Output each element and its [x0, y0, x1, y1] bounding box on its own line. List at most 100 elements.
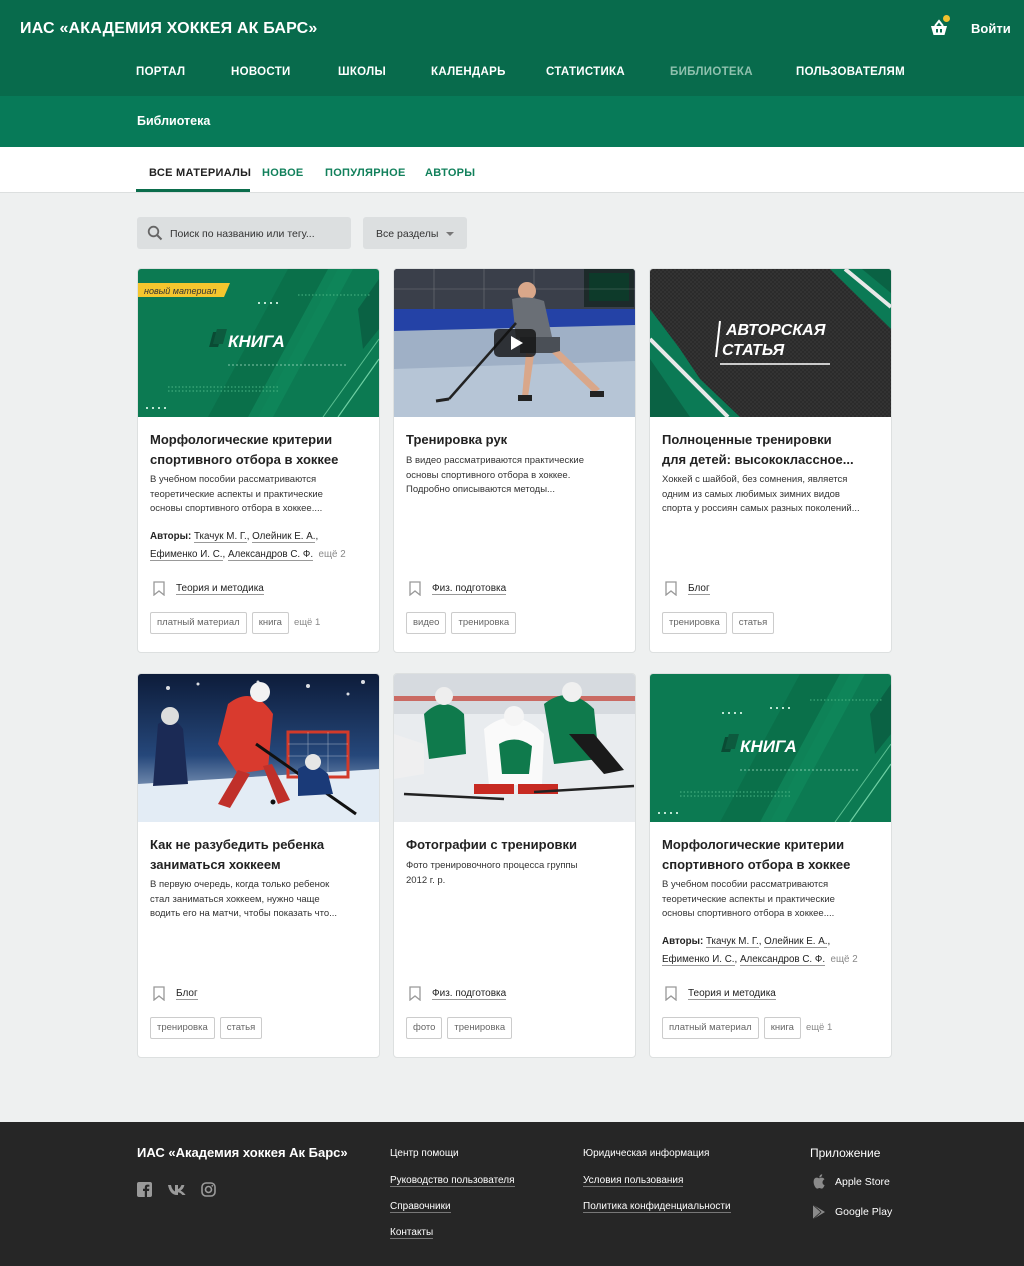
apple-icon [812, 1174, 826, 1194]
bookmark-icon[interactable] [409, 581, 421, 599]
author-link[interactable]: Александров С. Ф. [739, 954, 826, 966]
login-button[interactable]: Войти [971, 21, 1011, 36]
section-select-value: Все разделы [376, 228, 439, 240]
material-card[interactable]: Как не разубедить ребенка заниматься хокк… [137, 673, 380, 1058]
card-description: В учебном пособии рассматриваются теорети… [662, 879, 835, 919]
footer-link-privacy[interactable]: Политика конфиденциальности [583, 1201, 731, 1213]
tag[interactable]: статья [731, 612, 775, 634]
author-link[interactable]: Ткачук М. Г. [193, 531, 247, 543]
play-icon[interactable] [494, 329, 536, 357]
tag[interactable]: тренировка [451, 612, 517, 634]
section-header: Библиотека [0, 96, 1024, 147]
tag[interactable]: видео [406, 612, 447, 634]
tag[interactable]: книга [763, 1017, 801, 1039]
card-description: Хоккей с шайбой, без сомнения, является о… [662, 474, 860, 514]
card-title[interactable]: Морфологические критерии спортивного отбо… [150, 430, 370, 469]
card-thumbnail-book: КНИГА новый материал [138, 269, 379, 417]
tag[interactable]: тренировка [447, 1017, 513, 1039]
card-thumbnail-article: АВТОРСКАЯ СТАТЬЯ [650, 269, 891, 417]
tag[interactable]: фото [406, 1017, 443, 1039]
nav-item-portal[interactable]: ПОРТАЛ [136, 66, 185, 78]
author-link[interactable]: Олейник Е. А. [252, 531, 316, 543]
store-label: Apple Store [835, 1176, 890, 1188]
card-thumbnail-video [394, 269, 635, 417]
card-description: В первую очередь, когда только ребенок ст… [150, 879, 338, 919]
footer-link-contacts[interactable]: Контакты [390, 1227, 434, 1239]
material-card[interactable]: АВТОРСКАЯ СТАТЬЯ Полноценные тренировки д… [649, 268, 892, 653]
tag[interactable]: платный материал [150, 612, 247, 634]
bookmark-icon[interactable] [153, 986, 165, 1004]
tab-authors[interactable]: АВТОРЫ [425, 167, 475, 179]
card-title[interactable]: Фотографии с тренировки [406, 835, 626, 855]
tags-more[interactable]: ещё 1 [806, 1017, 832, 1039]
author-link[interactable]: Ефименко И. С. [662, 954, 735, 966]
footer-link-user-guide[interactable]: Руководство пользователя [390, 1175, 515, 1187]
section-select[interactable]: Все разделы [363, 217, 467, 249]
tab-all-materials[interactable]: ВСЕ МАТЕРИАЛЫ [149, 167, 251, 179]
material-card[interactable]: КНИГА новый материал Морфологические кри… [137, 268, 380, 653]
tag[interactable]: платный материал [662, 1017, 759, 1039]
card-tags: тренировка статья [150, 1017, 267, 1039]
card-tags: видео тренировка [406, 612, 521, 634]
material-card[interactable]: Фотографии с тренировки Фото тренировочн… [393, 673, 636, 1058]
author-link[interactable]: Александров С. Ф. [227, 549, 314, 561]
thumb-label: КНИГА [740, 737, 797, 756]
bookmark-icon[interactable] [665, 581, 677, 599]
tab-new[interactable]: НОВОЕ [262, 167, 304, 179]
material-card[interactable]: Тренировка рук В видео рассматриваются п… [393, 268, 636, 653]
instagram-icon[interactable] [201, 1182, 216, 1202]
apple-store-link[interactable]: Apple Store [812, 1174, 890, 1195]
tags-more[interactable]: ещё 1 [294, 612, 320, 634]
section-title: Библиотека [137, 114, 211, 128]
vk-icon[interactable] [167, 1182, 187, 1202]
top-header: ИАС «АКАДЕМИЯ ХОККЕЯ АК БАРС» Войти ПОРТ… [0, 0, 1024, 96]
nav-item-news[interactable]: НОВОСТИ [231, 66, 291, 78]
chevron-down-icon [446, 232, 454, 236]
card-tags: платный материал книга ещё 1 [662, 1017, 832, 1039]
tag[interactable]: тренировка [662, 612, 727, 634]
footer-link-legal[interactable]: Юридическая информация [583, 1148, 709, 1159]
nav-item-calendar[interactable]: КАЛЕНДАРЬ [431, 66, 506, 78]
footer: ИАС «Академия хоккея Ак Барс» Центр помо… [0, 1122, 1024, 1266]
card-title[interactable]: Тренировка рук [406, 430, 626, 450]
footer-link-terms[interactable]: Условия пользования [583, 1175, 684, 1187]
bookmark-icon[interactable] [665, 986, 677, 1004]
new-material-badge: новый материал [144, 286, 216, 296]
nav-item-statistics[interactable]: СТАТИСТИКА [546, 66, 625, 78]
search-icon [147, 225, 163, 246]
site-brand[interactable]: ИАС «АКАДЕМИЯ ХОККЕЯ АК БАРС» [20, 20, 317, 38]
footer-link-help[interactable]: Центр помощи [390, 1148, 459, 1159]
authors-more[interactable]: ещё 2 [319, 549, 346, 560]
bookmark-icon[interactable] [409, 986, 421, 1004]
search-input[interactable]: Поиск по названию или тегу... [137, 217, 351, 249]
tag[interactable]: тренировка [150, 1017, 215, 1039]
author-link[interactable]: Олейник Е. А. [764, 936, 828, 948]
nav-item-library[interactable]: БИБЛИОТЕКА [670, 66, 753, 78]
nav-item-schools[interactable]: ШКОЛЫ [338, 66, 386, 78]
author-link[interactable]: Ефименко И. С. [150, 549, 223, 561]
library-tabs: ВСЕ МАТЕРИАЛЫ НОВОЕ ПОПУЛЯРНОЕ АВТОРЫ [0, 147, 1024, 193]
material-card[interactable]: КНИГА Морфологические критерии спортивног… [649, 673, 892, 1058]
tab-popular[interactable]: ПОПУЛЯРНОЕ [325, 167, 406, 179]
search-placeholder: Поиск по названию или тегу... [170, 228, 315, 240]
authors-more[interactable]: ещё 2 [831, 954, 858, 965]
card-tags: фото тренировка [406, 1017, 517, 1039]
card-tags: платный материал книга ещё 1 [150, 612, 320, 634]
google-play-icon [812, 1204, 826, 1224]
card-title[interactable]: Как не разубедить ребенка заниматься хокк… [150, 835, 370, 874]
thumb-label-line: СТАТЬЯ [722, 342, 785, 359]
card-description: В видео рассматриваются практические осно… [406, 455, 584, 495]
main-nav: ПОРТАЛ НОВОСТИ ШКОЛЫ КАЛЕНДАРЬ СТАТИСТИК… [0, 62, 1024, 84]
thumb-label: КНИГА [228, 332, 285, 351]
footer-link-references[interactable]: Справочники [390, 1201, 451, 1213]
nav-item-users[interactable]: ПОЛЬЗОВАТЕЛЯМ [796, 66, 905, 78]
card-description: В учебном пособии рассматриваются теорети… [150, 474, 323, 514]
card-title[interactable]: Морфологические критерии спортивного отбо… [662, 835, 882, 874]
author-link[interactable]: Ткачук М. Г. [705, 936, 759, 948]
facebook-icon[interactable] [137, 1182, 152, 1202]
bookmark-icon[interactable] [153, 581, 165, 599]
card-title[interactable]: Полноценные тренировки для детей: высокок… [662, 430, 882, 469]
tag[interactable]: книга [251, 612, 289, 634]
tag[interactable]: статья [219, 1017, 263, 1039]
google-play-link[interactable]: Google Play [812, 1204, 892, 1225]
